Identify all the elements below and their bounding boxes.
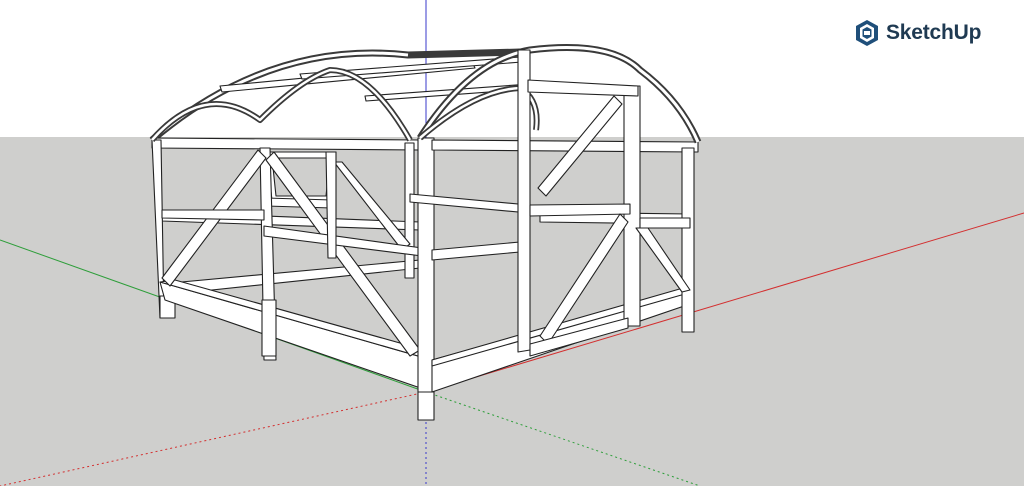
ground-plane[interactable] bbox=[0, 137, 1024, 486]
modeling-viewport[interactable]: SketchUp bbox=[0, 0, 1024, 486]
brand-logo: SketchUp bbox=[854, 17, 981, 49]
left-front-post[interactable] bbox=[261, 299, 277, 357]
3d-scene[interactable] bbox=[0, 0, 1024, 486]
brand-name: SketchUp bbox=[886, 21, 982, 44]
sketchup-logo-icon bbox=[856, 20, 878, 46]
